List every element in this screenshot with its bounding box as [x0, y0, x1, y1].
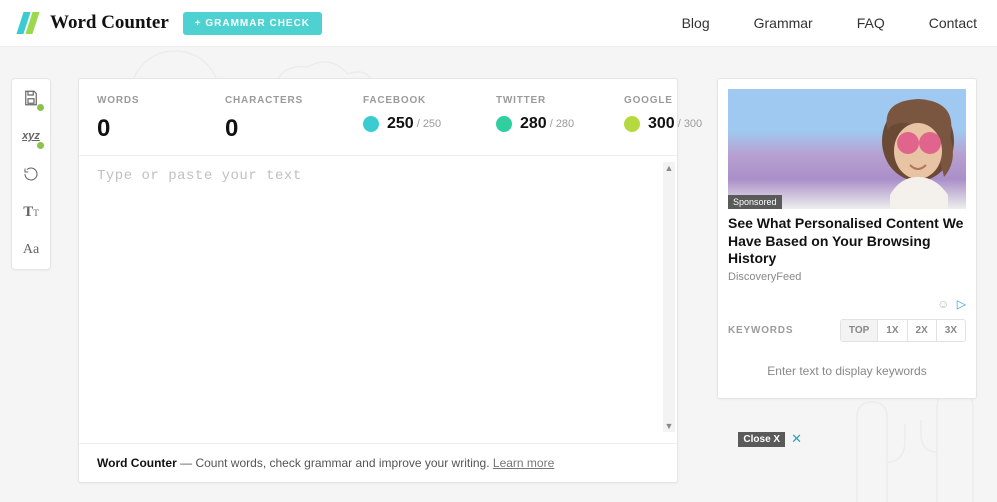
header: Word Counter + GRAMMAR CHECK Blog Gramma… — [0, 0, 997, 47]
stat-max: / 280 — [550, 118, 574, 130]
nav-contact[interactable]: Contact — [929, 15, 977, 31]
stat-facebook: FACEBOOK 250 / 250 — [363, 95, 468, 143]
font-icon: Aa — [23, 242, 39, 258]
ad-choices[interactable]: ☺ ▷ — [728, 297, 966, 311]
stat-value: 250 — [387, 115, 414, 133]
adchoices-icon[interactable]: ▷ — [957, 297, 966, 311]
ad-source: DiscoveryFeed — [728, 271, 966, 283]
spellcheck-icon: xyz — [22, 130, 40, 142]
keywords-tabs: TOP 1X 2X 3X — [840, 319, 966, 342]
stat-value: 0 — [225, 115, 335, 143]
footer-dash: — — [177, 456, 196, 470]
stat-max: / 250 — [417, 118, 441, 130]
editor-footer: Word Counter — Count words, check gramma… — [79, 443, 677, 482]
google-dot-icon — [624, 116, 640, 132]
scroll-down-icon[interactable]: ▼ — [663, 420, 675, 432]
close-x-icon[interactable]: ✕ — [791, 431, 802, 447]
kw-tab-1x[interactable]: 1X — [877, 320, 906, 341]
editor-area: ▲ ▼ — [79, 156, 677, 443]
ad-image[interactable]: Sponsored — [728, 89, 966, 209]
close-ad-button[interactable]: Close X — [738, 432, 785, 447]
tool-spellcheck[interactable]: xyz — [12, 117, 50, 155]
bottom-ad-close: Close X ✕ — [738, 431, 802, 447]
stat-value: 300 — [648, 115, 675, 133]
scrollbar[interactable]: ▲ ▼ — [663, 162, 675, 432]
keywords-label: KEYWORDS — [728, 325, 793, 336]
ad-headline[interactable]: See What Personalised Content We Have Ba… — [728, 215, 966, 268]
stat-label: TWITTER — [496, 95, 596, 106]
stat-label: FACEBOOK — [363, 95, 468, 106]
kw-tab-top[interactable]: TOP — [841, 320, 877, 341]
tool-refresh[interactable] — [12, 155, 50, 193]
footer-text: Count words, check grammar and improve y… — [195, 456, 492, 470]
status-dot — [37, 142, 44, 149]
stat-twitter: TWITTER 280 / 280 — [496, 95, 596, 143]
top-nav: Blog Grammar FAQ Contact — [682, 15, 977, 31]
tool-font[interactable]: Aa — [12, 231, 50, 269]
editor-card: WORDS 0 CHARACTERS 0 FACEBOOK 250 / 250 … — [78, 78, 678, 483]
sponsored-tag: Sponsored — [728, 195, 782, 209]
stat-words: WORDS 0 — [97, 95, 197, 143]
brand-title[interactable]: Word Counter — [50, 12, 169, 34]
text-input[interactable] — [97, 168, 669, 431]
kw-tab-3x[interactable]: 3X — [936, 320, 965, 341]
stat-value: 280 — [520, 115, 547, 133]
ad-person-illustration — [840, 91, 966, 209]
learn-more-link[interactable]: Learn more — [493, 456, 554, 470]
status-dot — [37, 104, 44, 111]
editor-toolstrip: xyz TT Aa — [11, 78, 51, 270]
keywords-empty-text: Enter text to display keywords — [728, 360, 966, 388]
stat-label: GOOGLE — [624, 95, 702, 106]
kw-tab-2x[interactable]: 2X — [907, 320, 936, 341]
ad-info-icon[interactable]: ☺ — [937, 297, 949, 311]
footer-brand: Word Counter — [97, 456, 177, 470]
tool-save[interactable] — [12, 79, 50, 117]
sidebar: Sponsored See What Personalised Content … — [717, 78, 977, 399]
stat-label: CHARACTERS — [225, 95, 335, 106]
stats-bar: WORDS 0 CHARACTERS 0 FACEBOOK 250 / 250 … — [79, 79, 677, 156]
tool-text-size[interactable]: TT — [12, 193, 50, 231]
nav-blog[interactable]: Blog — [682, 15, 710, 31]
stat-value: 0 — [97, 115, 197, 143]
refresh-icon — [23, 166, 39, 182]
keywords-header: KEYWORDS TOP 1X 2X 3X — [728, 319, 966, 342]
nav-grammar[interactable]: Grammar — [754, 15, 813, 31]
scroll-up-icon[interactable]: ▲ — [663, 162, 675, 174]
stat-characters: CHARACTERS 0 — [225, 95, 335, 143]
stat-label: WORDS — [97, 95, 197, 106]
grammar-check-badge[interactable]: + GRAMMAR CHECK — [183, 12, 322, 35]
text-size-icon: TT — [23, 203, 39, 221]
twitter-dot-icon — [496, 116, 512, 132]
facebook-dot-icon — [363, 116, 379, 132]
nav-faq[interactable]: FAQ — [857, 15, 885, 31]
scroll-thumb[interactable] — [663, 174, 675, 420]
stat-max: / 300 — [678, 118, 702, 130]
stat-google: GOOGLE 300 / 300 — [624, 95, 702, 143]
logo-icon[interactable] — [20, 12, 36, 34]
